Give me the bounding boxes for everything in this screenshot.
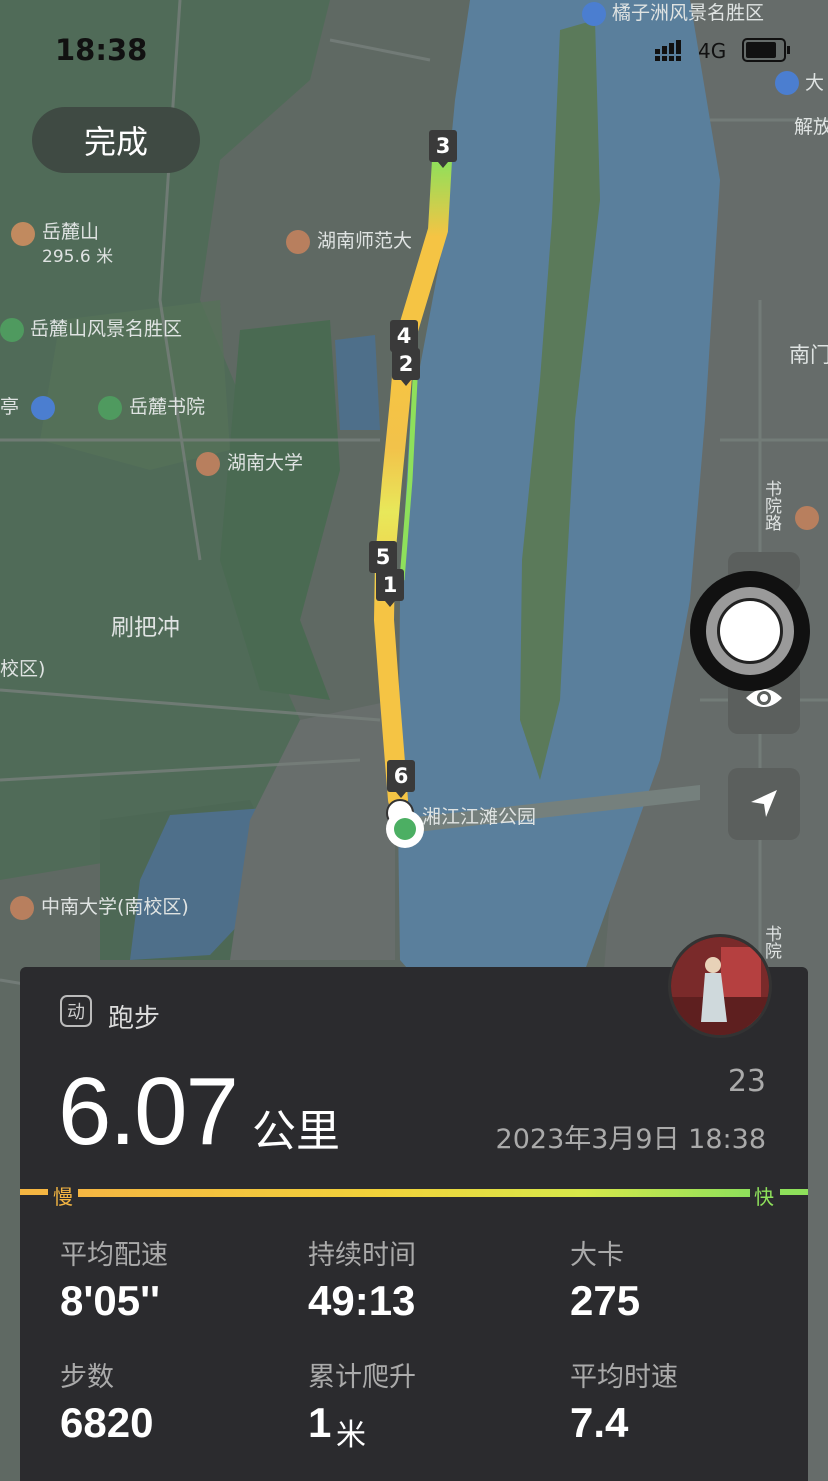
navigation-arrow-icon [751, 790, 777, 817]
workout-summary-card: 动 跑步 6.07 公里 23 2023年3月9日 18:38 慢 快 平均配速… [20, 967, 808, 1481]
km-marker-2[interactable]: 2 [392, 348, 420, 386]
count-value: 23 [727, 1064, 766, 1099]
distance-value: 6.07 [58, 1058, 239, 1165]
avg-pace-value: 8'05'' [60, 1277, 161, 1324]
km-marker-3[interactable]: 3 [429, 130, 457, 168]
network-type: 4G [698, 39, 727, 63]
pace-legend-bar [20, 1189, 808, 1197]
status-time: 18:38 [55, 33, 148, 67]
climb-label: 累计爬升 [308, 1362, 416, 1393]
km-marker-6[interactable]: 6 [387, 760, 415, 798]
calories-value: 275 [570, 1277, 641, 1324]
activity-icon: 动 [60, 995, 92, 1027]
distance-unit: 公里 [252, 1106, 340, 1157]
camera-shutter-button[interactable] [690, 571, 810, 691]
avg-speed-label: 平均时速 [570, 1362, 678, 1393]
screen: 岳麓山 295.6 米 湖南师范大 岳麓山风景名胜区 亭 岳麓书院 湖南大学 刷… [0, 0, 828, 1481]
battery-icon [742, 38, 790, 62]
locate-button[interactable] [728, 768, 800, 840]
start-point [386, 810, 424, 848]
steps-value: 6820 [60, 1399, 154, 1446]
slow-label: 慢 [53, 1185, 73, 1209]
duration-value: 49:13 [308, 1277, 416, 1324]
done-button[interactable]: 完成 [32, 107, 200, 173]
avatar[interactable] [668, 934, 772, 1038]
signal-icon [655, 40, 689, 62]
climb-unit: 米 [336, 1418, 366, 1453]
workout-datetime: 2023年3月9日 18:38 [495, 1124, 766, 1155]
fast-label: 快 [754, 1185, 774, 1209]
calories-label: 大卡 [570, 1240, 624, 1271]
avg-speed-value: 7.4 [570, 1399, 629, 1446]
climb-value: 1 [308, 1399, 332, 1446]
activity-type: 跑步 [108, 1004, 161, 1034]
duration-label: 持续时间 [308, 1240, 416, 1271]
km-marker-1[interactable]: 1 [376, 569, 404, 607]
steps-label: 步数 [60, 1362, 114, 1393]
avg-pace-label: 平均配速 [60, 1240, 168, 1271]
